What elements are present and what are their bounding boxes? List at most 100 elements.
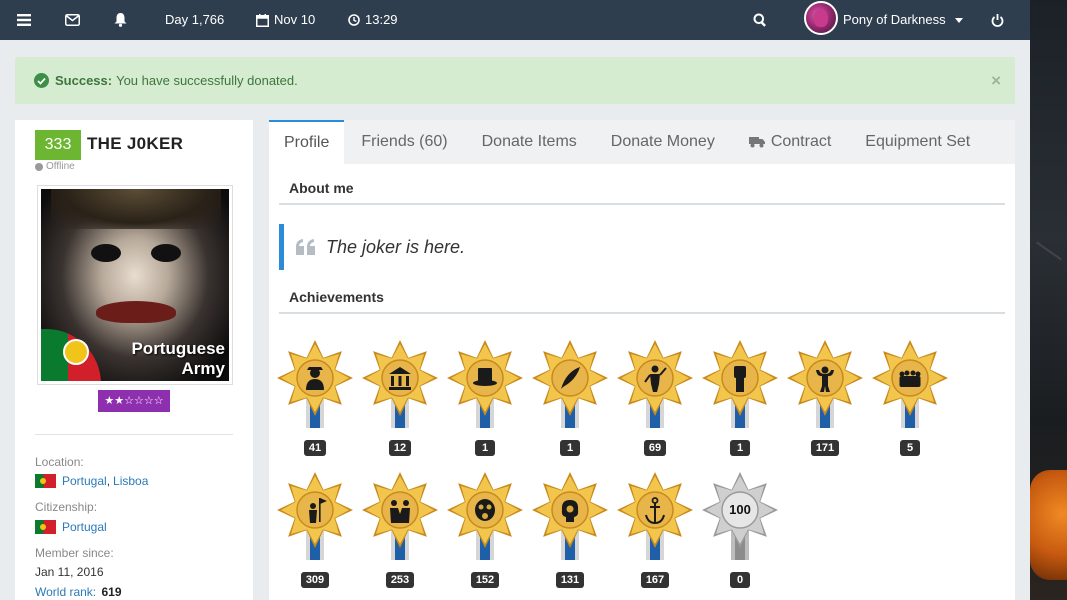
citizenship-link[interactable]: Portugal <box>62 520 107 534</box>
location-region-link[interactable]: Lisboa <box>113 474 148 488</box>
status-text: Offline <box>46 161 75 172</box>
profile-content: Profile Friends (60) Donate Items Donate… <box>269 120 1015 600</box>
achievements-header: Achievements <box>279 284 1005 314</box>
tab-label: Contract <box>770 133 832 150</box>
achievement-medal[interactable]: 41 <box>277 340 353 456</box>
achievement-medal[interactable]: 131 <box>532 472 608 588</box>
menu-icon <box>17 14 31 26</box>
achievement-count: 253 <box>385 572 415 588</box>
search-button[interactable] <box>753 0 767 40</box>
quill-icon <box>532 340 608 432</box>
tab-label: Equipment Set <box>865 133 971 150</box>
portugal-flag-icon <box>35 520 56 534</box>
medal-number: 100 <box>729 502 751 517</box>
achievement-count: 5 <box>900 440 920 456</box>
citizenship-label: Citizenship: <box>35 500 98 514</box>
member-since-label: Member since: <box>35 546 114 560</box>
day-counter: Day 1,766 <box>165 0 224 40</box>
tab-label: Friends (60) <box>361 133 448 150</box>
menu-button[interactable] <box>17 0 31 40</box>
achievement-medal[interactable]: 309 <box>277 472 353 588</box>
user-avatar[interactable] <box>804 1 838 35</box>
about-me-header: About me <box>279 175 1005 205</box>
top-navbar: Day 1,766 Nov 10 13:29 Pony of Darkness <box>0 0 1030 40</box>
caret-down-icon <box>954 17 963 23</box>
achievement-count: 131 <box>555 572 585 588</box>
group-icon <box>872 340 948 432</box>
alert-close-button[interactable]: × <box>991 71 1001 91</box>
truck-icon <box>748 137 765 148</box>
tab-donate-items[interactable]: Donate Items <box>465 120 594 164</box>
achievement-medal[interactable]: 1 <box>702 340 778 456</box>
portugal-emblem-icon <box>63 339 89 365</box>
mail-icon <box>65 14 80 26</box>
user-menu[interactable]: Pony of Darkness <box>843 0 963 40</box>
check-circle-icon <box>34 73 49 88</box>
achievement-medal[interactable]: 253 <box>362 472 438 588</box>
achievement-medal[interactable]: 167 <box>617 472 693 588</box>
hundred-icon: 100 <box>702 472 778 564</box>
flag-bearer-icon <box>277 472 353 564</box>
achievement-count: 41 <box>303 440 327 456</box>
achievement-count: 69 <box>643 440 667 456</box>
success-alert: Success: You have successfully donated. … <box>15 57 1015 104</box>
location-country-link[interactable]: Portugal <box>62 474 107 488</box>
rank-stars-badge: ★★☆☆☆☆ <box>98 390 170 412</box>
achievement-count: 171 <box>810 440 840 456</box>
achievement-count: 1 <box>475 440 495 456</box>
achievement-count: 0 <box>730 572 750 588</box>
achievement-medal[interactable]: 1 <box>532 340 608 456</box>
bank-icon <box>362 340 438 432</box>
tab-equipment-set[interactable]: Equipment Set <box>848 120 987 164</box>
tab-label: Profile <box>284 134 330 151</box>
notifications-button[interactable] <box>114 0 127 40</box>
time-display: 13:29 <box>348 0 398 40</box>
achievement-medal[interactable]: 100 0 <box>702 472 778 588</box>
bell-icon <box>114 13 127 27</box>
world-rank-link[interactable]: World rank: <box>35 585 96 599</box>
achievement-medal[interactable]: 171 <box>787 340 863 456</box>
profile-sidebar: 333 THE J0KER Offline Portuguese Army ★★… <box>15 120 253 600</box>
avatar-mouth <box>96 301 176 323</box>
background-branch <box>1036 241 1062 261</box>
achievement-medal[interactable]: 5 <box>872 340 948 456</box>
about-quote: The joker is here. <box>279 224 1005 270</box>
alert-title: Success: <box>55 73 113 88</box>
achievement-medal[interactable]: 152 <box>447 472 523 588</box>
anchor-icon <box>617 472 693 564</box>
avatar-image: Portuguese Army <box>41 189 229 381</box>
status-dot-icon <box>35 162 43 171</box>
soldier-icon <box>617 340 693 432</box>
profile-tabs: Profile Friends (60) Donate Items Donate… <box>269 120 1015 164</box>
background-pumpkin <box>1030 470 1067 580</box>
date-display: Nov 10 <box>256 0 315 40</box>
about-quote-text: The joker is here. <box>326 236 466 257</box>
tab-label: Donate Money <box>610 133 715 150</box>
world-rank: World rank: 619 <box>35 585 122 599</box>
gas-mask-icon <box>447 472 523 564</box>
member-since-value: Jan 11, 2016 <box>35 565 104 579</box>
achievement-medal[interactable]: 12 <box>362 340 438 456</box>
portugal-flag-icon <box>35 474 56 488</box>
avatar-eye <box>151 244 181 262</box>
logout-button[interactable] <box>991 0 1004 40</box>
main-area: Day 1,766 Nov 10 13:29 Pony of Darkness … <box>0 0 1030 600</box>
messages-button[interactable] <box>65 0 80 40</box>
achievement-count: 167 <box>640 572 670 588</box>
worker-icon <box>277 340 353 432</box>
user-menu-name: Pony of Darkness <box>843 12 946 27</box>
tab-friends[interactable]: Friends (60) <box>344 120 464 164</box>
tab-label: Donate Items <box>481 133 577 150</box>
tab-contract[interactable]: Contract <box>732 120 848 164</box>
location-label: Location: <box>35 455 84 469</box>
profile-avatar: Portuguese Army <box>37 185 233 385</box>
avatar-caption: Portuguese Army <box>131 339 225 379</box>
achievement-medal[interactable]: 69 <box>617 340 693 456</box>
achievement-count: 152 <box>470 572 500 588</box>
tab-profile[interactable]: Profile <box>269 120 345 164</box>
achievement-medal[interactable]: 1 <box>447 340 523 456</box>
alert-message: You have successfully donated. <box>116 73 298 88</box>
achievement-count: 309 <box>300 572 330 588</box>
achievement-count: 12 <box>388 440 412 456</box>
tab-donate-money[interactable]: Donate Money <box>594 120 732 164</box>
